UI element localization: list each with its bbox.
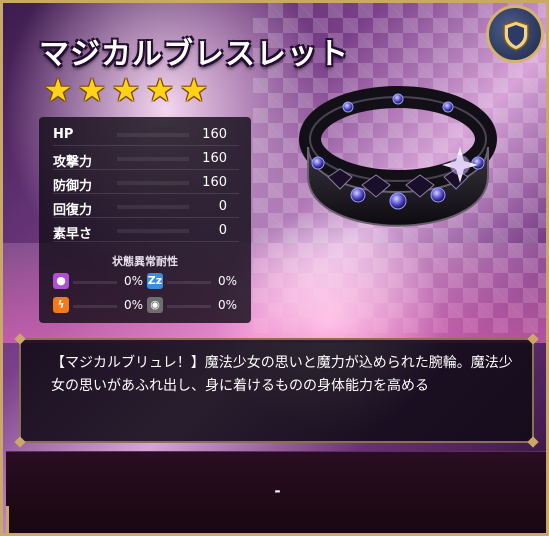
stat-row-speed: 素早さ 0 (53, 221, 239, 242)
star-icon: ★ (77, 71, 107, 109)
stone-icon: ◉ (147, 297, 163, 313)
star-icon: ★ (145, 71, 175, 109)
resistance-value: 0% (217, 274, 237, 288)
status-resistance-title: 状態異常耐性 (112, 255, 178, 268)
stat-value: 0 (218, 199, 227, 214)
resistance-poison: ● 0% (53, 273, 143, 291)
sleep-icon: Zz (147, 273, 163, 289)
stat-label: 素早さ (53, 227, 93, 242)
poison-icon: ● (53, 273, 69, 289)
stat-row-defense: 防御力 160 (53, 173, 239, 194)
footer-text: - (274, 482, 281, 500)
bracelet-illustration (299, 86, 497, 227)
shield-icon (503, 20, 529, 51)
resistance-value: 0% (217, 298, 237, 312)
stat-value: 160 (202, 175, 227, 190)
resistance-sleep: Zz 0% (147, 273, 237, 291)
item-detail-frame: マジカルブレスレット ★ ★ ★ ★ ★ HP 160 攻撃力 160 防御力 … (0, 0, 549, 536)
stat-value: 0 (218, 223, 227, 238)
stats-panel: HP 160 攻撃力 160 防御力 160 回復力 0 素早さ 0 状態異常耐… (39, 117, 251, 323)
item-name: マジカルブレスレット (39, 37, 349, 72)
resistance-value: 0% (123, 274, 143, 288)
stat-value: 160 (202, 151, 227, 166)
stat-value: 160 (202, 127, 227, 142)
equipment-shield-icon[interactable] (486, 5, 544, 63)
bracelet-image (288, 77, 508, 257)
stat-label: 防御力 (53, 179, 93, 194)
footer-corner-ornament (6, 506, 37, 533)
resistance-stone: ◉ 0% (147, 297, 237, 315)
stat-row-hp: HP 160 (53, 125, 239, 146)
resistance-value: 0% (123, 298, 143, 312)
rarity-stars: ★ ★ ★ ★ ★ (43, 71, 209, 109)
stat-row-attack: 攻撃力 160 (53, 149, 239, 170)
stat-row-recovery: 回復力 0 (53, 197, 239, 218)
stat-label: 回復力 (53, 203, 93, 218)
corner-ornament (527, 436, 539, 448)
item-description-box: 【マジカルブリュレ！】魔法少女の思いと魔力が込められた腕輪。魔法少女の思いがあふ… (14, 333, 539, 448)
stat-label: 攻撃力 (53, 155, 93, 170)
paralysis-icon: ϟ (53, 297, 69, 313)
corner-ornament (14, 436, 26, 448)
resistance-paralysis: ϟ 0% (53, 297, 143, 315)
star-icon: ★ (111, 71, 141, 109)
footer-bar: - (6, 451, 546, 533)
item-description-text: 【マジカルブリュレ！】魔法少女の思いと魔力が込められた腕輪。魔法少女の思いがあふ… (51, 355, 513, 394)
star-icon: ★ (179, 71, 209, 109)
stat-label: HP (53, 127, 74, 142)
star-icon: ★ (43, 71, 73, 109)
footer-corner-ornament (518, 506, 546, 533)
